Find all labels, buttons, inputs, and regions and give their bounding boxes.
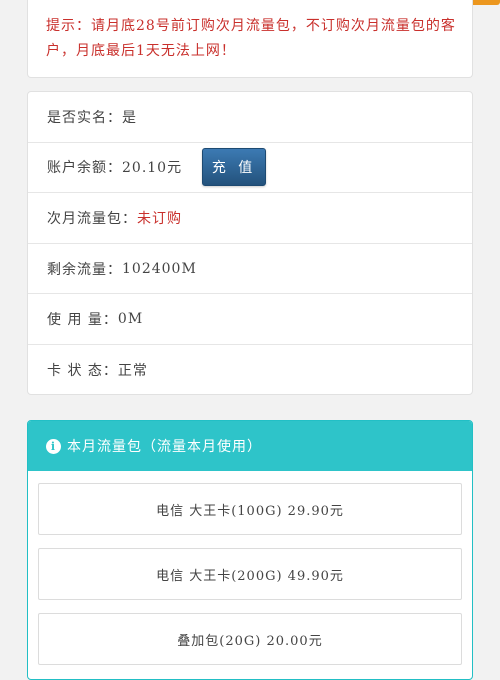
notice-box: 提示：请月底28号前订购次月流量包，不订购次月流量包的客户，月底最后1天无法上网…: [27, 0, 473, 78]
next-month-package-value: 未订购: [137, 210, 182, 227]
card-status-label: 卡 状 态：: [47, 363, 118, 380]
package-item-label: 电信 大王卡(200G) 49.90元: [156, 568, 344, 584]
card-status-value: 正常: [117, 363, 148, 380]
monthly-package-panel: i 本月流量包（流量本月使用） 电信 大王卡(100G) 29.90元 电信 大…: [27, 420, 473, 680]
info-row-card-status: 卡 状 态： 正常: [28, 345, 472, 396]
usage-label: 使 用 量：: [47, 312, 118, 329]
balance-value: 20.10元: [122, 160, 183, 177]
balance-label: 账户余额：: [47, 160, 122, 177]
recharge-button[interactable]: 充 值: [202, 148, 267, 187]
package-item-dawang-100g[interactable]: 电信 大王卡(100G) 29.90元: [38, 483, 462, 535]
package-item-addon-20g[interactable]: 叠加包(20G) 20.00元: [38, 613, 462, 665]
info-icon: i: [46, 438, 61, 454]
info-row-next-month-package: 次月流量包： 未订购: [28, 193, 472, 244]
package-item-label: 电信 大王卡(100G) 29.90元: [156, 503, 344, 519]
package-item-label: 叠加包(20G) 20.00元: [177, 633, 323, 649]
panel-header: i 本月流量包（流量本月使用）: [28, 421, 472, 471]
real-name-value: 是: [122, 109, 137, 126]
remaining-data-label: 剩余流量：: [47, 261, 122, 278]
package-item-dawang-200g[interactable]: 电信 大王卡(200G) 49.90元: [38, 548, 462, 600]
package-list: 电信 大王卡(100G) 29.90元 电信 大王卡(200G) 49.90元 …: [28, 471, 472, 665]
real-name-label: 是否实名：: [47, 109, 122, 126]
remaining-data-value: 102400M: [122, 260, 197, 277]
notice-text: 提示：请月底28号前订购次月流量包，不订购次月流量包的客户，月底最后1天无法上网…: [46, 18, 456, 59]
account-info-card: 是否实名： 是 账户余额： 20.10元 充 值 次月流量包： 未订购 剩余流量…: [27, 91, 473, 395]
panel-title: 本月流量包（流量本月使用）: [67, 439, 262, 455]
info-row-balance: 账户余额： 20.10元 充 值: [28, 143, 472, 194]
info-row-remaining-data: 剩余流量： 102400M: [28, 244, 472, 295]
usage-value: 0M: [117, 311, 144, 328]
next-month-package-label: 次月流量包：: [47, 210, 137, 227]
info-row-real-name: 是否实名： 是: [28, 92, 472, 143]
info-row-usage: 使 用 量： 0M: [28, 294, 472, 345]
